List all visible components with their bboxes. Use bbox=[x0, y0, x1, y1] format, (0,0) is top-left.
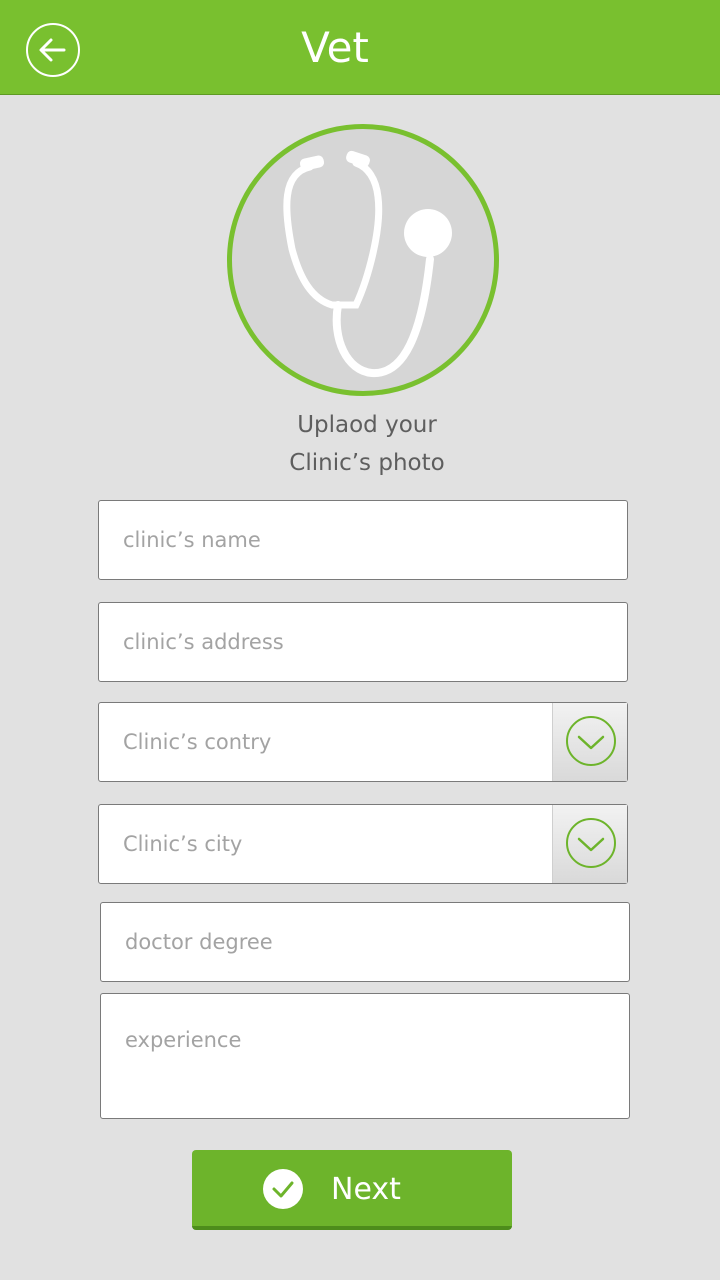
clinic-photo-upload[interactable] bbox=[227, 124, 499, 396]
clinic-country-select[interactable] bbox=[98, 702, 628, 782]
experience-textarea[interactable] bbox=[101, 994, 629, 1118]
arrow-left-icon bbox=[39, 38, 66, 62]
country-dropdown-button[interactable] bbox=[552, 703, 627, 781]
doctor-degree-field bbox=[100, 902, 630, 982]
page-title: Vet bbox=[301, 23, 369, 72]
upload-photo-label: Uplaod your Clinic’s photo bbox=[220, 406, 514, 482]
chevron-down-circle-icon bbox=[566, 716, 616, 766]
next-button[interactable]: Next bbox=[192, 1150, 512, 1230]
clinic-address-input[interactable] bbox=[99, 603, 627, 681]
experience-field bbox=[100, 993, 630, 1119]
clinic-name-field bbox=[98, 500, 628, 580]
clinic-address-field bbox=[98, 602, 628, 682]
clinic-city-input[interactable] bbox=[99, 805, 551, 883]
clinic-name-input[interactable] bbox=[99, 501, 627, 579]
clinic-country-input[interactable] bbox=[99, 703, 551, 781]
stethoscope-icon bbox=[283, 150, 452, 378]
clinic-city-select[interactable] bbox=[98, 804, 628, 884]
chevron-down-circle-icon bbox=[566, 818, 616, 868]
upload-photo-line2: Clinic’s photo bbox=[289, 450, 445, 476]
header-bar: Vet bbox=[0, 0, 720, 95]
next-button-label: Next bbox=[331, 1172, 401, 1207]
upload-photo-line1: Uplaod your bbox=[297, 412, 437, 438]
vet-registration-screen: Vet Uplaod your Clinic’s photo clinic’s … bbox=[0, 0, 720, 1280]
back-button[interactable] bbox=[26, 23, 80, 77]
checkmark-circle-icon bbox=[263, 1169, 303, 1209]
doctor-degree-input[interactable] bbox=[101, 903, 629, 981]
city-dropdown-button[interactable] bbox=[552, 805, 627, 883]
